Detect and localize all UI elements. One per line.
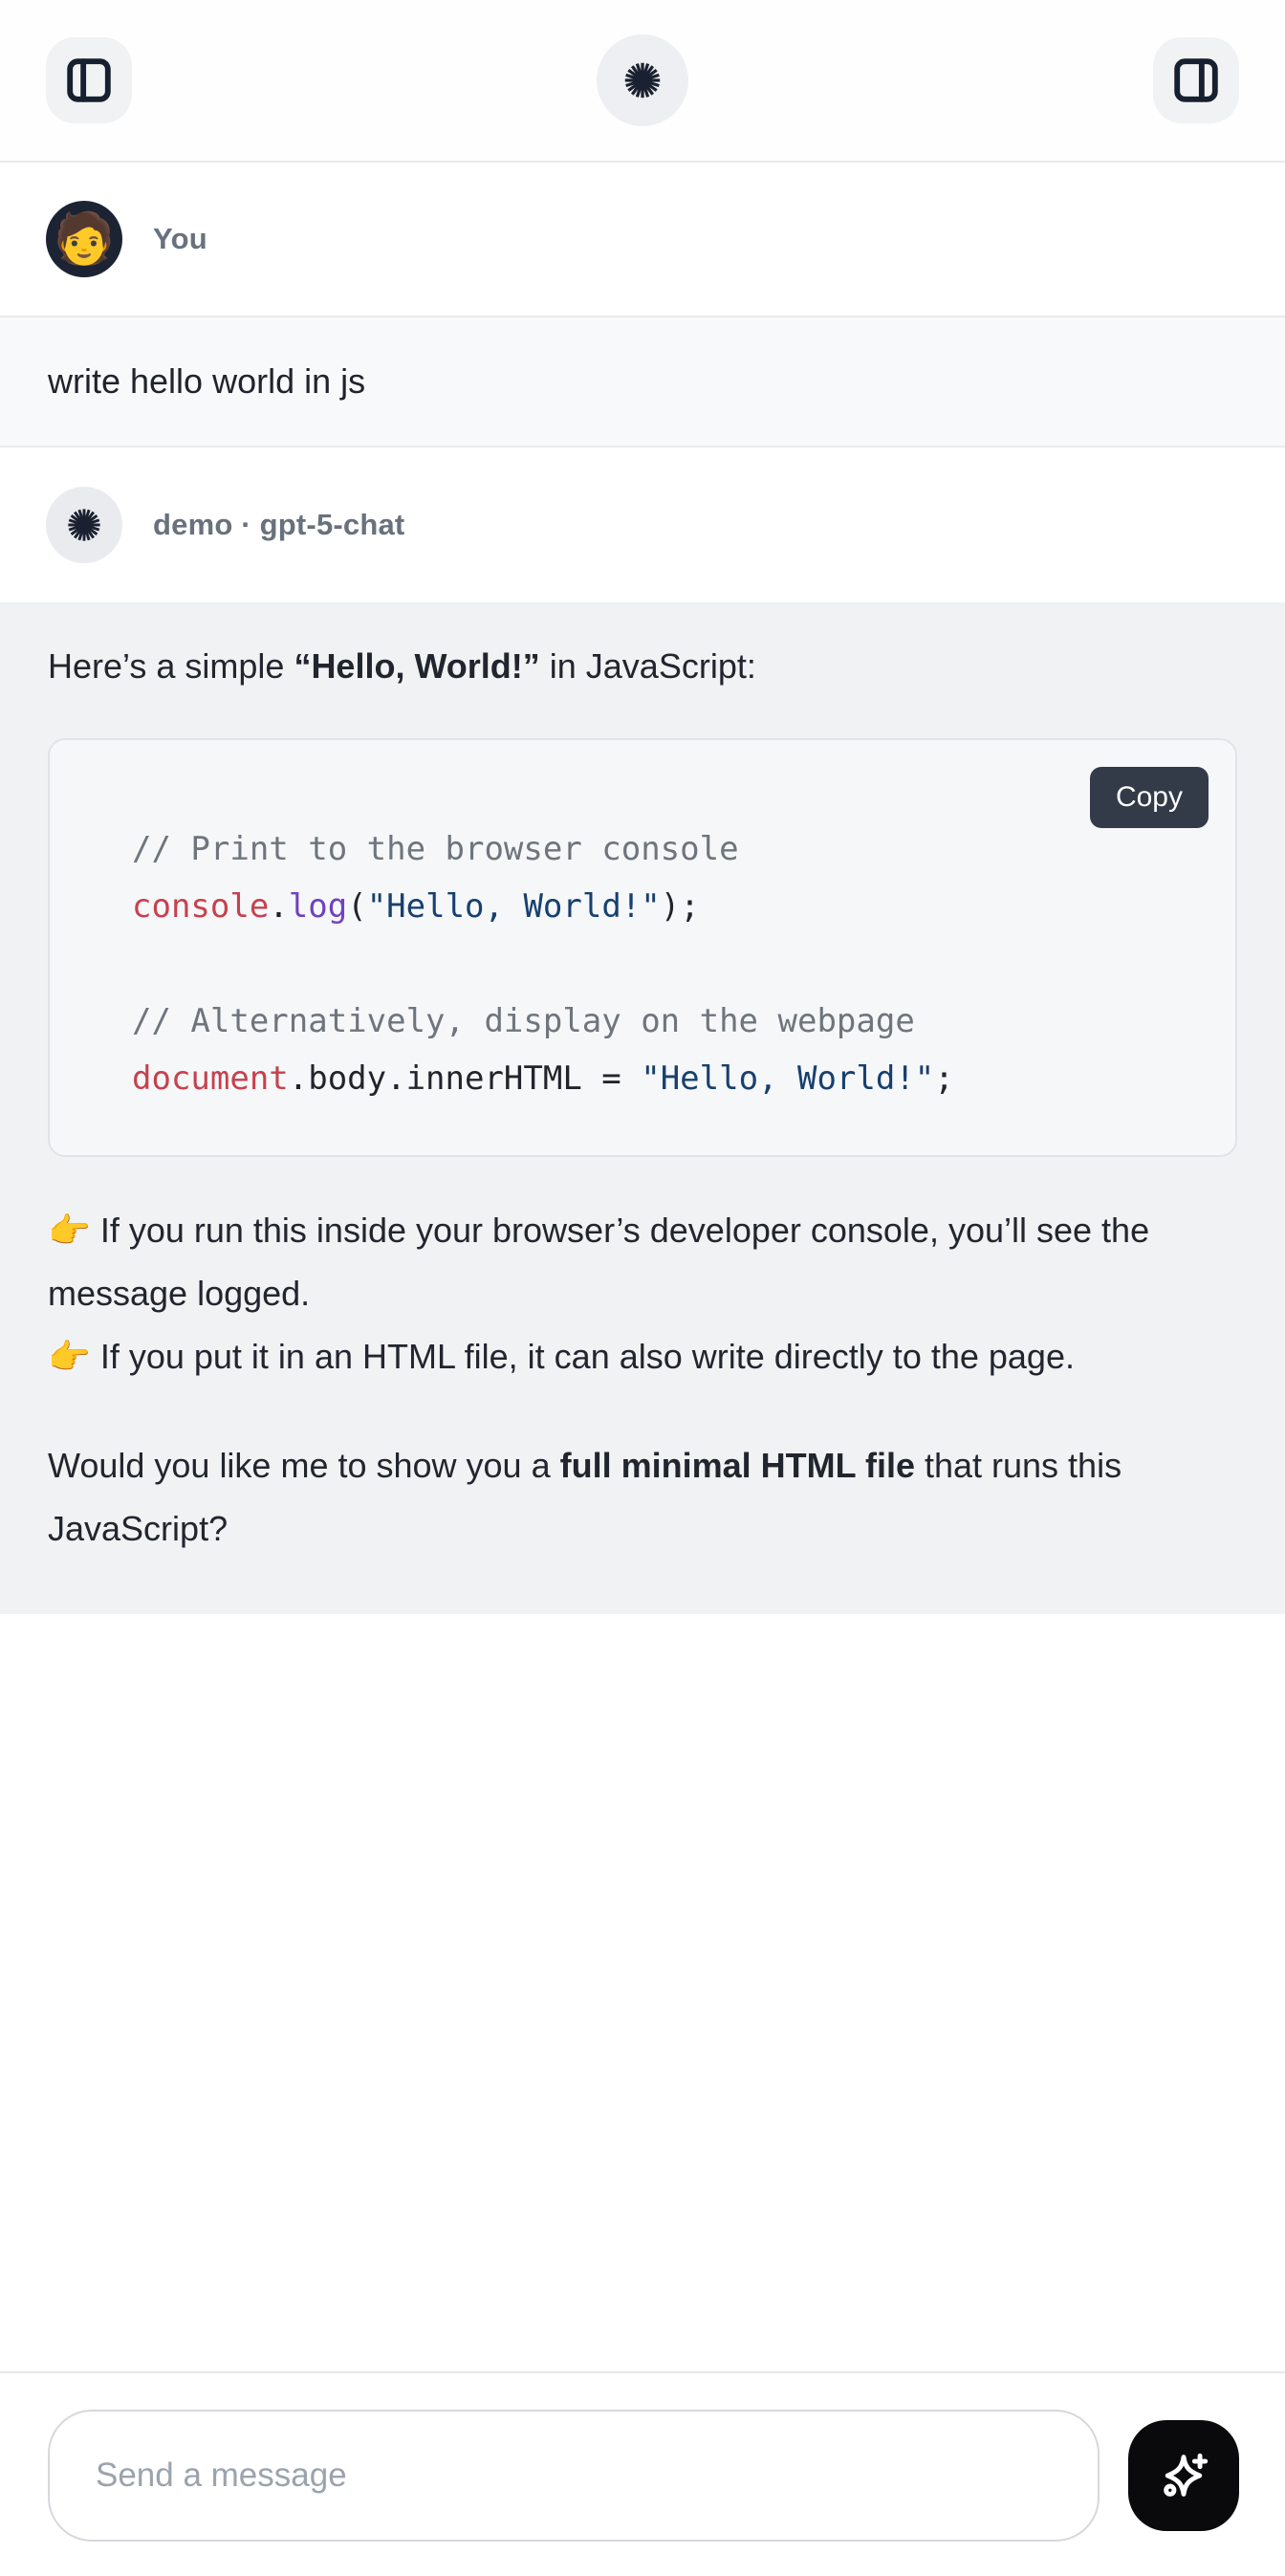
copy-code-button[interactable]: Copy [1090, 767, 1209, 828]
user-avatar: 🧑 [46, 201, 122, 277]
user-message-text: write hello world in js [48, 361, 365, 401]
code-content: // Print to the browser consoleconsole.l… [50, 740, 1235, 1155]
starburst-logo-icon [621, 58, 664, 102]
user-turn-header: 🧑 You [0, 163, 1285, 316]
empty-chat-area [0, 1614, 1285, 2371]
panel-left-icon [63, 55, 115, 106]
assistant-turn-name: demo · gpt-5-chat [153, 508, 404, 542]
tips-paragraph: 👉 If you run this inside your browser’s … [48, 1199, 1237, 1388]
assistant-message: Here’s a simple “Hello, World!” in JavaS… [0, 602, 1285, 1614]
send-button[interactable] [1128, 2420, 1239, 2531]
intro-bold: “Hello, World!” [294, 646, 539, 686]
message-input[interactable] [48, 2410, 1100, 2542]
intro-prefix: Here’s a simple [48, 646, 294, 686]
user-turn-name: You [153, 222, 207, 256]
closing-prefix: Would you like me to show you a [48, 1446, 560, 1485]
tip-line: 👉 If you run this inside your browser’s … [48, 1199, 1237, 1325]
panel-right-icon [1170, 55, 1222, 106]
user-avatar-emoji: 🧑 [54, 214, 116, 264]
assistant-turn-header: demo · gpt-5-chat [0, 448, 1285, 602]
top-bar [0, 0, 1285, 163]
code-line: document.body.innerHTML = "Hello, World!… [132, 1050, 1197, 1107]
starburst-avatar-icon [64, 505, 104, 545]
assistant-avatar [46, 487, 122, 563]
closing-paragraph: Would you like me to show you a full min… [48, 1434, 1237, 1561]
intro-suffix: in JavaScript: [540, 646, 756, 686]
code-line: // Print to the browser console [132, 820, 1197, 878]
user-message: write hello world in js [0, 316, 1285, 448]
composer-bar [0, 2371, 1285, 2576]
sidebar-toggle-button[interactable] [46, 37, 132, 123]
closing-bold: full minimal HTML file [560, 1446, 915, 1485]
tip-line: 👉 If you put it in an HTML file, it can … [48, 1325, 1237, 1388]
assistant-intro-paragraph: Here’s a simple “Hello, World!” in JavaS… [48, 635, 1237, 698]
right-panel-toggle-button[interactable] [1153, 37, 1239, 123]
code-line [132, 935, 1197, 993]
code-line: // Alternatively, display on the webpage [132, 993, 1197, 1050]
app-logo-button[interactable] [597, 34, 688, 126]
code-line: console.log("Hello, World!"); [132, 878, 1197, 935]
sparkles-icon [1154, 2446, 1213, 2505]
code-block: Copy // Print to the browser consolecons… [48, 738, 1237, 1157]
